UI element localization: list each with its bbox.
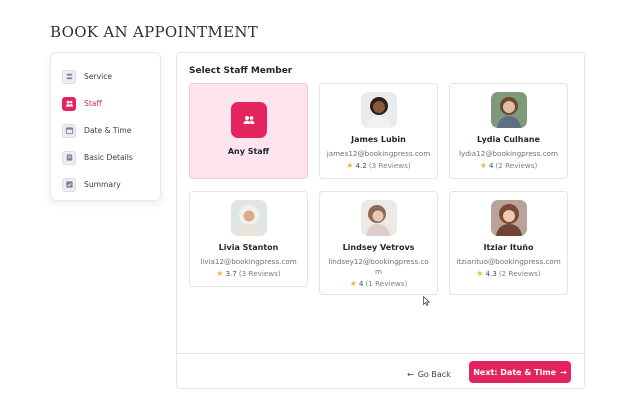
rating-value: 4.2 xyxy=(355,161,367,170)
footer-divider xyxy=(177,353,584,354)
rating-value: 4 xyxy=(358,279,364,288)
staff-card[interactable]: Lindsey Vetrovs lindsey12@bookingpress.c… xyxy=(319,191,438,295)
review-count: (3 Reviews) xyxy=(368,161,411,170)
avatar xyxy=(490,92,527,128)
staff-email: lindsey12@bookingpress.com xyxy=(328,257,429,276)
staff-card-any[interactable]: Any Staff xyxy=(189,83,308,179)
staff-name: Livia Stanton xyxy=(218,243,279,252)
review-count: (3 Reviews) xyxy=(238,269,281,278)
rating-value: 4.3 xyxy=(485,269,497,278)
avatar xyxy=(360,200,397,236)
star-icon: ★ xyxy=(216,269,224,278)
arrow-right-icon: → xyxy=(560,367,567,377)
staff-name: Lydia Culhane xyxy=(477,135,540,144)
staff-card[interactable]: Lydia Culhane lydia12@bookingpress.com ★… xyxy=(449,83,568,179)
staff-rating: ★ 4.3 (2 Reviews) xyxy=(450,269,567,278)
staff-name: Itziar Ituño xyxy=(483,243,534,252)
staff-email: itziarituo@bookingpress.com xyxy=(456,257,561,266)
staff-icon xyxy=(62,96,76,111)
checklist-icon xyxy=(62,177,76,192)
sidebar-item-label: Date & Time xyxy=(84,126,132,135)
star-icon: ★ xyxy=(476,269,484,278)
review-count: (1 Reviews) xyxy=(365,279,408,288)
staff-rating: ★ 4 (2 Reviews) xyxy=(450,161,567,170)
sidebar-item-basic-details[interactable]: Basic Details xyxy=(51,144,160,171)
staff-name: Any Staff xyxy=(227,147,270,156)
sidebar-item-service[interactable]: Service xyxy=(51,63,160,90)
mouse-cursor-icon xyxy=(423,296,430,306)
page-title: BOOK AN APPOINTMENT xyxy=(50,23,259,41)
staff-rating: ★ 4 (1 Reviews) xyxy=(320,279,437,288)
staff-card[interactable]: James Lubin james12@bookingpress.com ★ 4… xyxy=(319,83,438,179)
sidebar-item-label: Summary xyxy=(84,180,121,189)
sidebar-item-summary[interactable]: Summary xyxy=(51,171,160,198)
section-title: Select Staff Member xyxy=(189,66,293,76)
avatar xyxy=(230,200,267,236)
sidebar-item-label: Staff xyxy=(84,99,102,108)
staff-grid: Any Staff James Lubin james12@bookingpre… xyxy=(189,83,569,298)
avatar xyxy=(490,200,527,236)
rating-value: 4 xyxy=(488,161,494,170)
next-button[interactable]: Next: Date & Time → xyxy=(469,361,571,383)
staff-rating: ★ 4.2 (3 Reviews) xyxy=(320,161,437,170)
staff-rating: ★ 3.7 (3 Reviews) xyxy=(190,269,307,278)
sidebar-item-staff[interactable]: Staff xyxy=(51,90,160,117)
star-icon: ★ xyxy=(479,161,487,170)
calendar-icon xyxy=(62,123,76,138)
star-icon: ★ xyxy=(349,279,357,288)
booking-steps-sidebar: Service Staff Date & Time Basic Details … xyxy=(50,52,161,201)
avatar xyxy=(360,92,397,128)
sidebar-item-label: Service xyxy=(84,72,113,81)
form-icon xyxy=(62,150,76,165)
group-icon xyxy=(230,102,267,138)
staff-card[interactable]: Livia Stanton livia12@bookingpress.com ★… xyxy=(189,191,308,287)
staff-email: livia12@bookingpress.com xyxy=(200,257,297,266)
review-count: (2 Reviews) xyxy=(498,269,541,278)
star-icon: ★ xyxy=(346,161,354,170)
next-label: Next: Date & Time xyxy=(473,367,557,377)
staff-name: Lindsey Vetrovs xyxy=(342,243,415,252)
staff-card[interactable]: Itziar Ituño itziarituo@bookingpress.com… xyxy=(449,191,568,295)
staff-email: lydia12@bookingpress.com xyxy=(458,149,559,158)
staff-email: james12@bookingpress.com xyxy=(326,149,431,158)
sidebar-item-date-time[interactable]: Date & Time xyxy=(51,117,160,144)
go-back-button[interactable]: ← Go Back xyxy=(407,365,451,383)
staff-name: James Lubin xyxy=(351,135,406,144)
service-icon xyxy=(62,69,76,84)
review-count: (2 Reviews) xyxy=(495,161,538,170)
rating-value: 3.7 xyxy=(225,269,237,278)
arrow-left-icon: ← xyxy=(407,369,414,379)
go-back-label: Go Back xyxy=(417,369,451,379)
sidebar-item-label: Basic Details xyxy=(84,153,133,162)
staff-selection-panel: Select Staff Member Any Staff James Lubi… xyxy=(176,52,585,389)
